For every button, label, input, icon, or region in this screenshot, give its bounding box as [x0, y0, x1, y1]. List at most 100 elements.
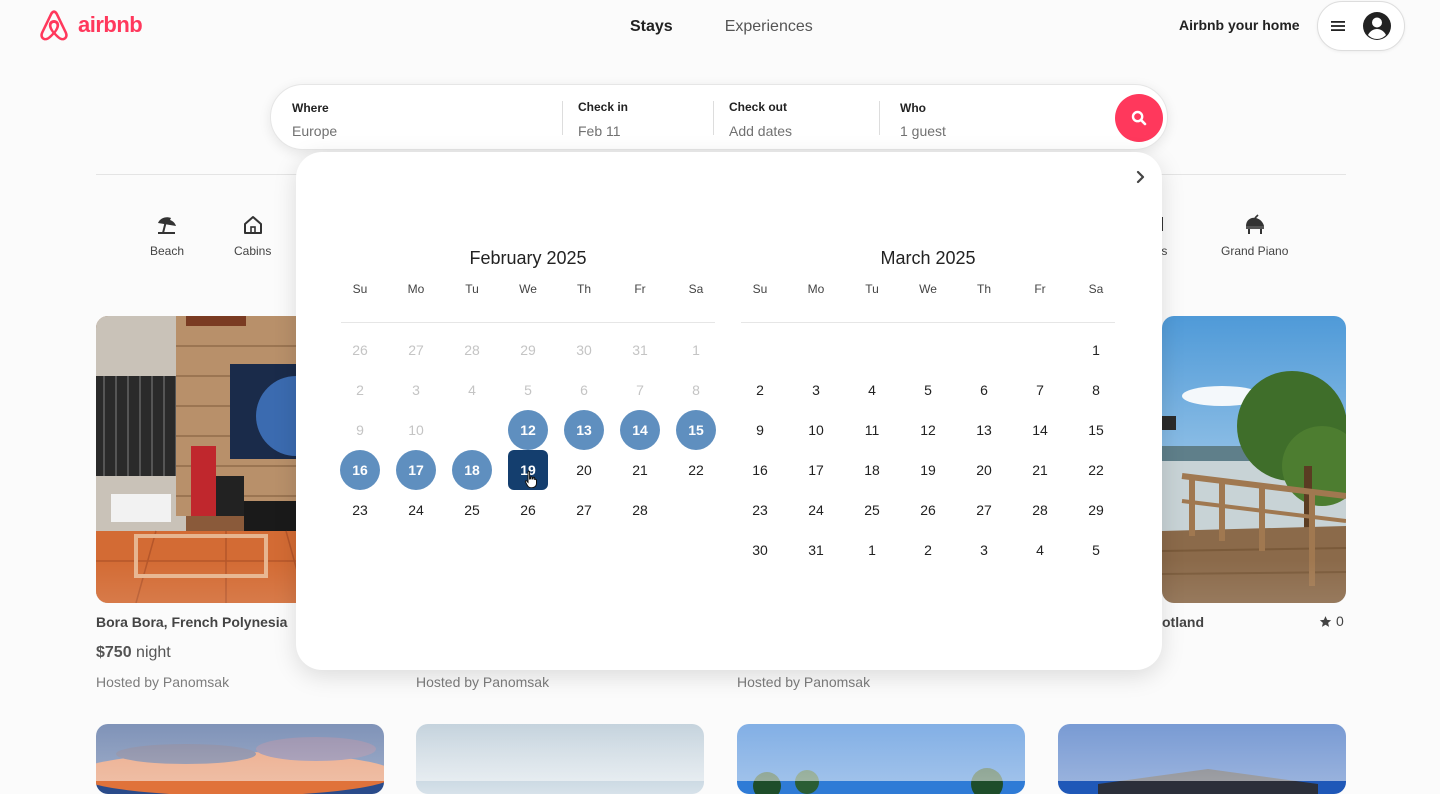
calendar-day[interactable]: 31: [788, 530, 844, 570]
calendar-day[interactable]: 14: [612, 410, 668, 450]
hamburger-icon: [1331, 21, 1345, 31]
calendar-day[interactable]: 15: [668, 410, 724, 450]
calendar-day: 9: [332, 410, 388, 450]
calendar-day[interactable]: 17: [388, 450, 444, 490]
where-label: Where: [292, 101, 329, 115]
calendar-day[interactable]: 3: [788, 370, 844, 410]
calendar-day[interactable]: 14: [1012, 410, 1068, 450]
search-button[interactable]: [1115, 94, 1163, 142]
calendar-day[interactable]: 27: [556, 490, 612, 530]
calendar-day[interactable]: 20: [556, 450, 612, 490]
calendar-day[interactable]: 6: [956, 370, 1012, 410]
calendar-day[interactable]: 27: [956, 490, 1012, 530]
day-number: 25: [864, 502, 880, 518]
who-field[interactable]: Who 1 guest: [880, 85, 1100, 151]
calendar-day[interactable]: 5: [1068, 530, 1124, 570]
calendar-day[interactable]: 22: [1068, 450, 1124, 490]
calendar-day[interactable]: 18: [844, 450, 900, 490]
calendar-day[interactable]: 16: [732, 450, 788, 490]
calendar-day[interactable]: 21: [612, 450, 668, 490]
calendar-day[interactable]: 13: [556, 410, 612, 450]
calendar-day[interactable]: 28: [612, 490, 668, 530]
category-beach[interactable]: Beach: [150, 214, 184, 258]
calendar-day[interactable]: 7: [1012, 370, 1068, 410]
search-icon: [1131, 110, 1147, 126]
calendar-day[interactable]: 22: [668, 450, 724, 490]
calendar-day[interactable]: 24: [388, 490, 444, 530]
beach-umbrella-icon: [158, 217, 177, 234]
day-number: 3: [812, 382, 820, 398]
day-number: 4: [868, 382, 876, 398]
calendar-day[interactable]: 10: [788, 410, 844, 450]
calendar-day[interactable]: 20: [956, 450, 1012, 490]
category-cabins[interactable]: Cabins: [234, 214, 271, 258]
tab-experiences[interactable]: Experiences: [725, 16, 813, 38]
calendar-day[interactable]: 21: [1012, 450, 1068, 490]
calendar-day[interactable]: 1: [844, 530, 900, 570]
listing-photo-1[interactable]: [96, 316, 316, 603]
calendar-day[interactable]: 23: [732, 490, 788, 530]
day-number: 10: [808, 422, 824, 438]
calendar-day[interactable]: 29: [1068, 490, 1124, 530]
day-number: 2: [924, 542, 932, 558]
calendar-day[interactable]: 9: [732, 410, 788, 450]
listing-title-4[interactable]: otland: [1162, 614, 1204, 630]
calendar-day[interactable]: 26: [500, 490, 556, 530]
weekday-label: Sa: [688, 282, 704, 296]
category-grand-piano[interactable]: Grand Piano: [1221, 214, 1288, 258]
check-in-field[interactable]: Check in Feb 11: [563, 85, 713, 151]
calendar-day[interactable]: 18: [444, 450, 500, 490]
listing-photo-6[interactable]: [416, 724, 704, 794]
listing-title-1[interactable]: Bora Bora, French Polynesia: [96, 614, 287, 630]
calendar-day[interactable]: 12: [900, 410, 956, 450]
next-month-button[interactable]: [1130, 166, 1152, 188]
calendar-day[interactable]: 2: [732, 370, 788, 410]
calendar-day[interactable]: 11: [844, 410, 900, 450]
listing-photo-7[interactable]: [737, 724, 1025, 794]
calendar-day[interactable]: 15: [1068, 410, 1124, 450]
user-menu-button[interactable]: [1317, 1, 1405, 51]
calendar-day[interactable]: 16: [332, 450, 388, 490]
calendar-day: 31: [612, 330, 668, 370]
calendar-day[interactable]: 26: [900, 490, 956, 530]
calendar-day[interactable]: 8: [1068, 370, 1124, 410]
weekday-label: Sa: [1088, 282, 1104, 296]
day-number: 1: [692, 342, 700, 358]
weekday-header: Su Mo Tu We Th Fr Sa: [333, 282, 723, 322]
calendar-day[interactable]: 3: [956, 530, 1012, 570]
deep-blue-photo: [1058, 724, 1346, 794]
calendar-day[interactable]: 4: [844, 370, 900, 410]
listing-host-1: Hosted by Panomsak: [96, 674, 230, 690]
blue-sky-trees-photo: [737, 724, 1025, 794]
where-field[interactable]: Where Europe: [271, 85, 561, 151]
calendar-day[interactable]: 4: [1012, 530, 1068, 570]
airbnb-your-home-link[interactable]: Airbnb your home: [1179, 17, 1300, 33]
calendar-day[interactable]: 24: [788, 490, 844, 530]
calendar-day[interactable]: 30: [732, 530, 788, 570]
day-number: 9: [356, 422, 364, 438]
pale-sky-photo: [416, 724, 704, 794]
listing-photo-4[interactable]: [1162, 316, 1346, 603]
listing-photo-5[interactable]: [96, 724, 384, 794]
calendar-day[interactable]: 13: [956, 410, 1012, 450]
day-number: 3: [980, 542, 988, 558]
check-out-field[interactable]: Check out Add dates: [714, 85, 879, 151]
calendar-day[interactable]: 25: [444, 490, 500, 530]
calendar-day[interactable]: 5: [900, 370, 956, 410]
calendar-day[interactable]: 25: [844, 490, 900, 530]
listing-photo-8[interactable]: [1058, 724, 1346, 794]
calendar-day[interactable]: 12: [500, 410, 556, 450]
weekday-label: Tu: [865, 282, 879, 296]
calendar-day[interactable]: 1: [1068, 330, 1124, 370]
airbnb-logo[interactable]: airbnb: [36, 6, 143, 44]
calendar-day[interactable]: 28: [1012, 490, 1068, 530]
calendar-day[interactable]: 2: [900, 530, 956, 570]
rating-value: 0: [1336, 613, 1344, 629]
calendar-day[interactable]: 19: [500, 450, 556, 490]
calendar-day[interactable]: 19: [900, 450, 956, 490]
calendar-day[interactable]: 17: [788, 450, 844, 490]
calendar-day[interactable]: 23: [332, 490, 388, 530]
tab-stays[interactable]: Stays: [630, 16, 673, 38]
category-label: Beach: [150, 244, 185, 258]
day-number: 2: [756, 382, 764, 398]
